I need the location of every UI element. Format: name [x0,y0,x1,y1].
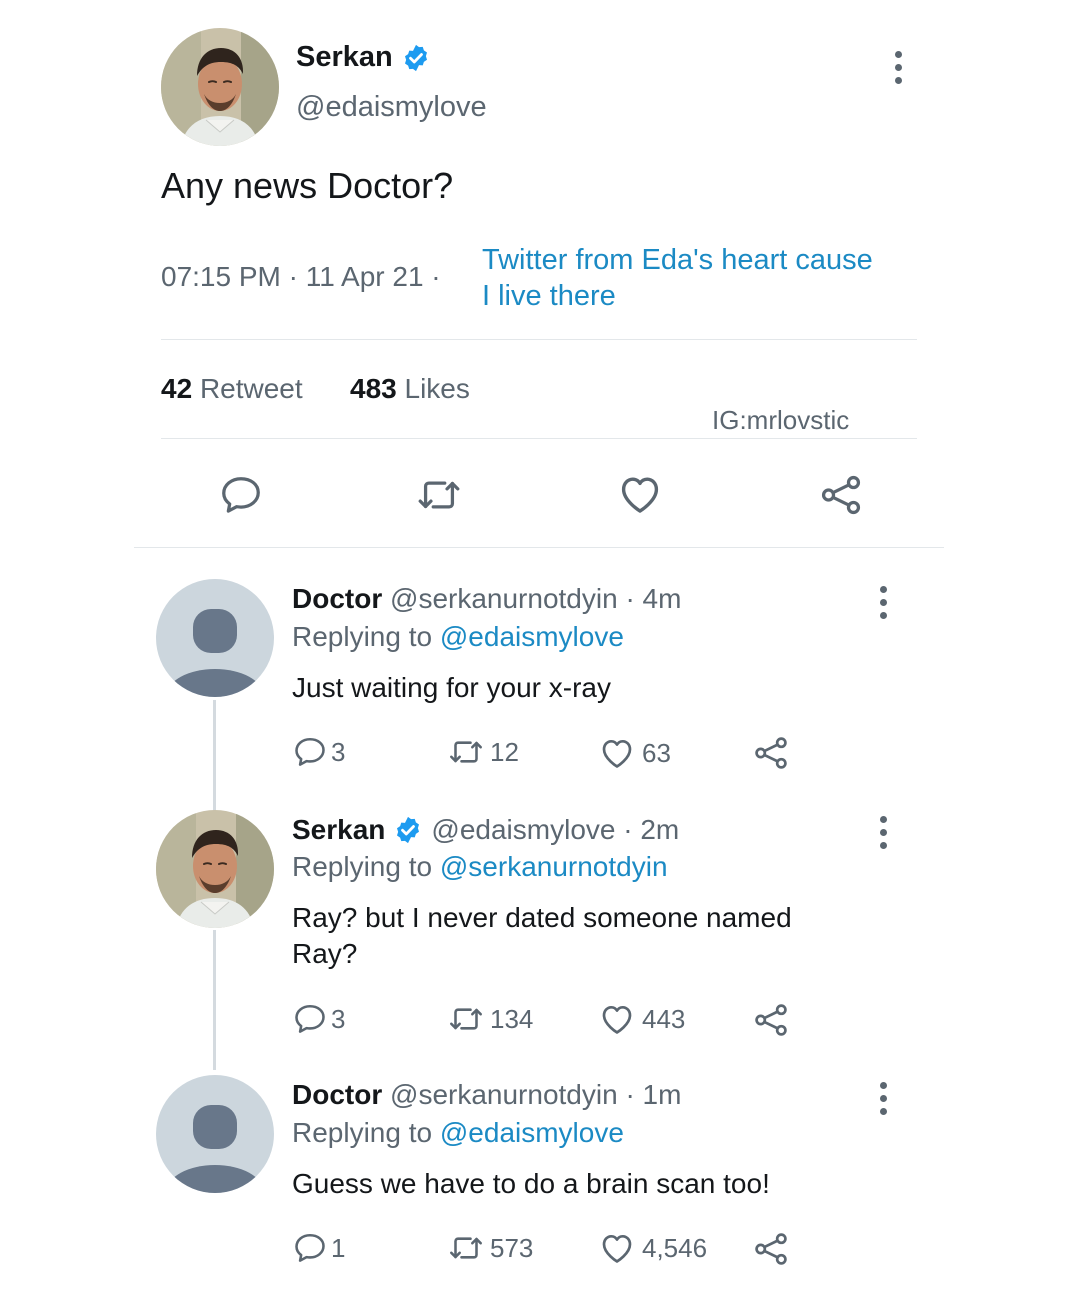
tweet-source-link[interactable]: Twitter from Eda's heart cause I live th… [482,242,873,314]
more-options-icon[interactable] [878,586,888,619]
reply-header[interactable]: Serkan @edaismylove · 2m [292,814,679,846]
verified-icon [393,815,423,845]
reply-avatar[interactable] [156,579,274,697]
likes-stat[interactable]: 483 Likes [350,373,470,405]
retweet-icon [446,734,486,770]
reply-retweet-action[interactable]: 134 [446,1001,533,1037]
reply-text: Ray? but I never dated someone named Ray… [292,900,792,972]
source-line-1: Twitter from Eda's heart cause [482,244,873,276]
reply-handle-time: @serkanurnotdyin · 1m [390,1079,682,1110]
reply-header[interactable]: Doctor @serkanurnotdyin · 1m [292,1079,681,1111]
reply-like-action[interactable]: 443 [598,1000,685,1038]
comment-icon [292,734,328,770]
more-options-icon[interactable] [878,1082,888,1115]
reply-author-name: Serkan [292,814,386,845]
comment-count: 3 [331,1003,346,1034]
like-count: 4,546 [642,1232,708,1263]
reply-text: Just waiting for your x-ray [292,670,611,706]
tweet-timestamp[interactable]: 07:15 PM · 11 Apr 21 · [161,261,441,293]
replying-prefix: Replying to [292,1117,433,1148]
thread-line [213,930,216,1070]
default-avatar [156,579,274,697]
replying-prefix: Replying to [292,851,433,882]
replying-to-link[interactable]: @edaismylove [440,1117,624,1148]
reply-like-action[interactable]: 63 [598,734,671,772]
heart-icon [598,1229,636,1267]
more-options-icon[interactable] [893,51,903,84]
replying-to-link[interactable]: @edaismylove [440,621,624,652]
replying-prefix: Replying to [292,621,433,652]
share-icon[interactable] [752,1001,790,1039]
share-icon[interactable] [752,734,790,772]
reply-comment-action[interactable]: 3 [292,1001,345,1037]
comment-count: 1 [331,1232,346,1263]
reply-text-line: Ray? [292,938,358,969]
reply-author-name: Doctor [292,583,383,614]
retweet-count: 573 [490,1232,534,1263]
more-options-icon[interactable] [878,816,888,849]
retweet-label: Retweet [199,373,303,404]
retweet-stat[interactable]: 42 Retweet [161,373,303,405]
comment-icon [292,1230,328,1266]
heart-icon[interactable] [616,470,664,518]
reply-comment-action[interactable]: 3 [292,734,345,770]
avatar [161,28,279,146]
share-icon[interactable] [818,472,864,518]
comment-icon [292,1001,328,1037]
reply-text-line: Guess we have to do a brain scan too! [292,1168,770,1199]
like-count: 63 [642,737,671,768]
author-name[interactable]: Serkan [296,41,393,74]
reply-avatar[interactable] [156,810,274,928]
reply-header[interactable]: Doctor @serkanurnotdyin · 4m [292,583,681,615]
replying-to: Replying to @serkanurnotdyin [292,851,668,883]
like-count: 443 [642,1003,686,1034]
reply-text: Guess we have to do a brain scan too! [292,1166,770,1202]
heart-icon [598,734,636,772]
retweet-icon[interactable] [414,472,464,518]
retweet-count: 134 [490,1003,534,1034]
divider [161,438,917,439]
retweet-icon [446,1230,486,1266]
reply-avatar[interactable] [156,1075,274,1193]
retweet-count: 12 [490,736,519,767]
reply-handle-time: @serkanurnotdyin · 4m [390,583,682,614]
reply-comment-action[interactable]: 1 [292,1230,345,1266]
retweet-count: 42 [161,373,193,404]
reply-author-name: Doctor [292,1079,383,1110]
replying-to: Replying to @edaismylove [292,621,624,653]
comment-icon[interactable] [218,472,264,518]
thread-line [213,700,216,812]
default-avatar [156,1075,274,1193]
reply-handle-time: @edaismylove · 2m [431,814,680,845]
main-tweet-author[interactable]: Serkan [296,41,431,74]
replying-to: Replying to @edaismylove [292,1117,624,1149]
reply-like-action[interactable]: 4,546 [598,1229,707,1267]
likes-count: 483 [350,373,397,404]
reply-text-line: Just waiting for your x-ray [292,672,611,703]
main-tweet-avatar[interactable] [161,28,279,146]
verified-icon [401,43,431,73]
tweet-text: Any news Doctor? [161,165,454,206]
divider [134,547,944,548]
share-icon[interactable] [752,1230,790,1268]
comment-count: 3 [331,736,346,767]
reply-retweet-action[interactable]: 573 [446,1230,533,1266]
author-handle[interactable]: @edaismylove [296,91,487,124]
likes-label: Likes [404,373,470,404]
retweet-icon [446,1001,486,1037]
replying-to-link[interactable]: @serkanurnotdyin [440,851,668,882]
reply-retweet-action[interactable]: 12 [446,734,519,770]
reply-text-line: Ray? but I never dated someone named [292,902,792,933]
avatar [156,810,274,928]
source-line-2: I live there [482,280,616,312]
heart-icon [598,1000,636,1038]
divider [161,339,917,340]
watermark: IG:mrlovstic [712,405,850,435]
